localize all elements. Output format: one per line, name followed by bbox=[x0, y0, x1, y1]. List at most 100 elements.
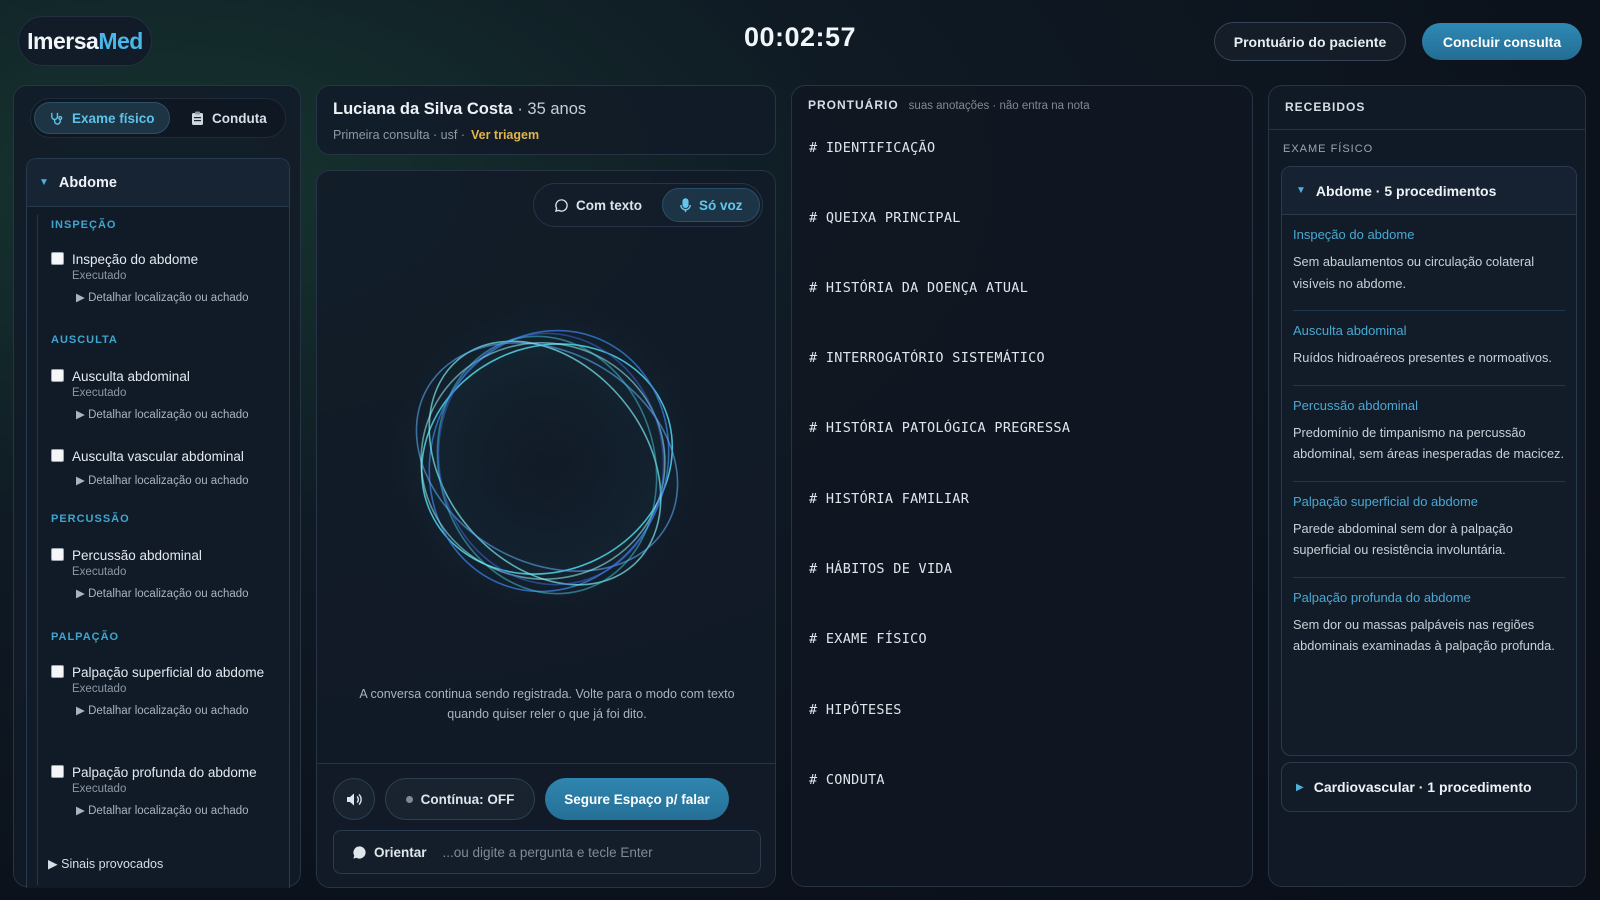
finding-title: Palpação superficial do abdome bbox=[1293, 493, 1479, 509]
exam-tabs: Exame físico Conduta bbox=[30, 98, 286, 138]
exam-item-status: Executado bbox=[72, 566, 127, 578]
notes-heading: # HIPÓTESES bbox=[809, 702, 902, 718]
patient-card: Luciana da Silva Costa · 35 anos Primeir… bbox=[316, 85, 776, 155]
orientar-button[interactable]: Orientar bbox=[334, 845, 443, 860]
section-title: AUSCULTA bbox=[51, 334, 118, 346]
patient-record-button[interactable]: Prontuário do paciente bbox=[1214, 22, 1406, 61]
push-to-talk-button[interactable]: Segure Espaço p/ falar bbox=[545, 778, 729, 820]
speaker-icon bbox=[346, 793, 362, 805]
detail-toggle[interactable]: ▶ Detalhar localização ou achado bbox=[76, 803, 287, 817]
patient-age: 35 anos bbox=[527, 100, 587, 118]
speaker-button[interactable] bbox=[333, 778, 375, 820]
exam-item: Inspeção do abdome Executado ▶ Detalhar … bbox=[51, 250, 287, 304]
voice-mode-note: A conversa continua sendo registrada. Vo… bbox=[359, 687, 735, 721]
orientar-label: Orientar bbox=[374, 844, 427, 860]
notes-heading: # HISTÓRIA DA DOENÇA ATUAL bbox=[809, 280, 1029, 296]
patient-subtitle-line: Primeira consulta · usf · Ver triagem bbox=[333, 128, 539, 142]
exam-item: Palpação superficial do abdome Executado… bbox=[51, 663, 287, 717]
finish-consultation-button[interactable]: Concluir consulta bbox=[1422, 23, 1582, 60]
detail-toggle[interactable]: ▶ Detalhar localização ou achado bbox=[76, 290, 287, 304]
mode-so-voz[interactable]: Só voz bbox=[662, 188, 760, 222]
received-title: RECEBIDOS bbox=[1269, 86, 1585, 130]
section-title: PALPAÇÃO bbox=[51, 631, 120, 643]
exam-item: Ausculta abdominal Executado ▶ Detalhar … bbox=[51, 367, 287, 421]
consultation-timer: 00:02:57 bbox=[743, 22, 857, 52]
detail-toggle-label: Detalhar localização ou achado bbox=[88, 805, 249, 817]
finding-text: Ruídos hidroaéreos presentes e normoativ… bbox=[1293, 350, 1552, 365]
checkbox[interactable] bbox=[51, 252, 64, 265]
exam-item-name: Percussão abdominal bbox=[72, 548, 202, 563]
finding-item: Percussão abdominal Predomínio de timpan… bbox=[1293, 384, 1565, 481]
continuous-mode-button[interactable]: Contínua: OFF bbox=[385, 778, 535, 820]
voice-controls: Contínua: OFF Segure Espaço p/ falar Ori… bbox=[317, 763, 775, 887]
mode-com-texto[interactable]: Com texto bbox=[538, 188, 658, 222]
caret-right-icon: ▶ bbox=[76, 805, 85, 817]
exam-item: Palpação profunda do abdome Executado ▶ … bbox=[51, 763, 287, 817]
exam-item-name: Ausculta abdominal bbox=[72, 369, 190, 384]
received-group-title: Abdome · 5 procedimentos bbox=[1315, 182, 1497, 199]
exam-item-name: Palpação superficial do abdome bbox=[72, 665, 265, 680]
detail-toggle[interactable]: ▶ Detalhar localização ou achado bbox=[76, 407, 287, 421]
received-panel: RECEBIDOS EXAME FÍSICO ▼ Abdome · 5 proc… bbox=[1268, 85, 1586, 887]
chevron-down-icon: ▼ bbox=[1296, 185, 1306, 196]
caret-right-icon: ▶ bbox=[76, 705, 85, 717]
detail-toggle-label: Detalhar localização ou achado bbox=[88, 588, 249, 600]
caret-right-icon: ▶ bbox=[76, 588, 85, 600]
exam-group-abdome: ▼ Abdome INSPEÇÃO Inspeção do abdome Exe… bbox=[26, 158, 290, 888]
sinais-provocados-toggle[interactable]: ▶ Sinais provocados bbox=[48, 856, 163, 871]
caret-right-icon: ▶ bbox=[76, 409, 85, 421]
finding-text: Predomínio de timpanismo na percussão ab… bbox=[1293, 424, 1565, 462]
received-group-header[interactable]: ▼ Abdome · 5 procedimentos bbox=[1282, 167, 1576, 215]
group-divider-line bbox=[37, 215, 38, 885]
checkbox[interactable] bbox=[51, 765, 64, 778]
checkbox[interactable] bbox=[51, 548, 64, 561]
checkbox[interactable] bbox=[51, 665, 64, 678]
finding-item: Palpação superficial do abdome Parede ab… bbox=[1293, 480, 1565, 577]
caret-right-icon: ▶ bbox=[76, 292, 85, 304]
received-group-abdome: ▼ Abdome · 5 procedimentos Inspeção do a… bbox=[1281, 166, 1577, 756]
question-input[interactable] bbox=[442, 844, 760, 860]
checkbox[interactable] bbox=[51, 449, 64, 462]
notes-heading: # INTERROGATÓRIO SISTEMÁTICO bbox=[809, 350, 1045, 366]
notes-heading: # EXAME FÍSICO bbox=[809, 631, 927, 647]
exam-item-status: Executado bbox=[72, 387, 127, 399]
notes-heading: # QUEIXA PRINCIPAL bbox=[809, 210, 961, 226]
exam-item-status: Executado bbox=[72, 683, 127, 695]
finding-text: Parede abdominal sem dor à palpação supe… bbox=[1293, 520, 1513, 558]
mode-label: Com texto bbox=[576, 197, 643, 213]
detail-toggle[interactable]: ▶ Detalhar localização ou achado bbox=[76, 586, 287, 600]
mode-label: Só voz bbox=[699, 197, 743, 213]
exam-item-status: Executado bbox=[72, 270, 127, 282]
received-group-header[interactable]: ▶ Cardiovascular · 1 procedimento bbox=[1282, 763, 1576, 811]
app-logo: Imersa Med bbox=[18, 16, 152, 66]
microphone-icon bbox=[680, 197, 691, 212]
patient-subtitle: Primeira consulta · usf · bbox=[333, 128, 465, 142]
exam-item-status: Executado bbox=[72, 783, 127, 795]
voice-panel: Com texto Só voz A conversa continua sen… bbox=[316, 170, 776, 888]
received-group-title: Cardiovascular · 1 procedimento bbox=[1313, 779, 1532, 795]
ver-triagem-link[interactable]: Ver triagem bbox=[471, 128, 539, 142]
exam-item: Percussão abdominal Executado ▶ Detalhar… bbox=[51, 546, 287, 600]
chevron-down-icon: ▼ bbox=[39, 177, 49, 188]
notes-header: PRONTUÁRIO suas anotações · não entra na… bbox=[808, 98, 1090, 112]
notes-heading: # HÁBITOS DE VIDA bbox=[809, 561, 953, 577]
caret-right-icon: ▶ bbox=[48, 857, 58, 871]
question-bar: Orientar bbox=[333, 830, 761, 874]
exam-group-header[interactable]: ▼ Abdome bbox=[27, 159, 289, 207]
checkbox[interactable] bbox=[51, 369, 64, 382]
detail-toggle-label: Detalhar localização ou achado bbox=[88, 705, 249, 717]
detail-toggle[interactable]: ▶ Detalhar localização ou achado bbox=[76, 473, 287, 487]
continuous-mode-label: Contínua: OFF bbox=[420, 791, 515, 807]
detail-toggle[interactable]: ▶ Detalhar localização ou achado bbox=[76, 703, 287, 717]
exam-group-body: INSPEÇÃO Inspeção do abdome Executado ▶ … bbox=[27, 207, 289, 888]
chat-bubble-icon bbox=[554, 198, 568, 212]
notes-panel[interactable]: PRONTUÁRIO suas anotações · não entra na… bbox=[791, 85, 1253, 887]
section-title: INSPEÇÃO bbox=[51, 219, 117, 231]
tab-conduta[interactable]: Conduta bbox=[177, 102, 283, 134]
clipboard-icon bbox=[192, 111, 203, 125]
finding-title: Percussão abdominal bbox=[1293, 397, 1419, 413]
tab-exame-fisico[interactable]: Exame físico bbox=[34, 102, 170, 134]
exam-panel: Exame físico Conduta ▼ Abdome INSPEÇÃO I… bbox=[13, 85, 301, 888]
finding-title: Inspeção do abdome bbox=[1293, 227, 1415, 242]
notes-subtitle: suas anotações · não entra na nota bbox=[908, 100, 1090, 112]
